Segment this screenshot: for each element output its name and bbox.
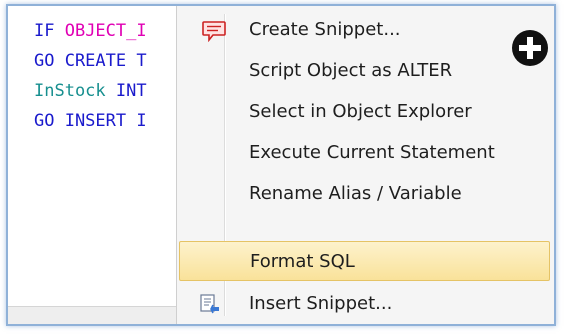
insert-snippet-icon (199, 294, 221, 318)
menu-item-rename-alias-variable[interactable]: Rename Alias / Variable (179, 174, 550, 214)
screenshot-frame: IF OBJECT_I GO CREATE T InStock INT GO I… (6, 4, 556, 326)
sql-editor[interactable]: IF OBJECT_I GO CREATE T InStock INT GO I… (8, 6, 176, 306)
menu-item-format-sql[interactable]: Format SQL (179, 241, 550, 281)
menu-item-execute-current-statement[interactable]: Execute Current Statement (179, 133, 550, 173)
code-token: INT (115, 81, 147, 101)
code-line-4: GO INSERT I (34, 106, 147, 136)
menu-item-label: Rename Alias / Variable (249, 183, 462, 204)
menu-item-script-object-as-alter[interactable]: Script Object as ALTER (179, 51, 550, 91)
menu-item-create-snippet[interactable]: Create Snippet... (179, 10, 550, 50)
code-token: OBJECT_I (64, 21, 147, 41)
editor-bottom-bar (8, 306, 176, 324)
code-line-1: IF OBJECT_I (34, 16, 147, 46)
plus-circle-icon (512, 30, 548, 66)
menu-item-label: Insert Snippet... (249, 293, 393, 314)
code-token: IF (34, 21, 65, 41)
code-token: GO CREATE T (34, 51, 147, 71)
context-menu: Create Snippet... Script Object as ALTER… (176, 6, 554, 324)
menu-item-select-in-object-explorer[interactable]: Select in Object Explorer (179, 92, 550, 132)
snippet-icon (201, 20, 227, 46)
menu-item-insert-snippet[interactable]: Insert Snippet... (179, 284, 550, 324)
menu-item-label: Select in Object Explorer (249, 101, 472, 122)
menu-item-label: Script Object as ALTER (249, 60, 453, 81)
menu-item-label: Format SQL (250, 251, 355, 272)
menu-item-label: Create Snippet... (249, 19, 401, 40)
code-token: GO INSERT I (34, 111, 147, 131)
code-line-2: GO CREATE T (34, 46, 147, 76)
code-token: InStock (34, 81, 116, 101)
menu-item-label: Execute Current Statement (249, 142, 495, 163)
code-line-3: InStock INT (34, 76, 147, 106)
